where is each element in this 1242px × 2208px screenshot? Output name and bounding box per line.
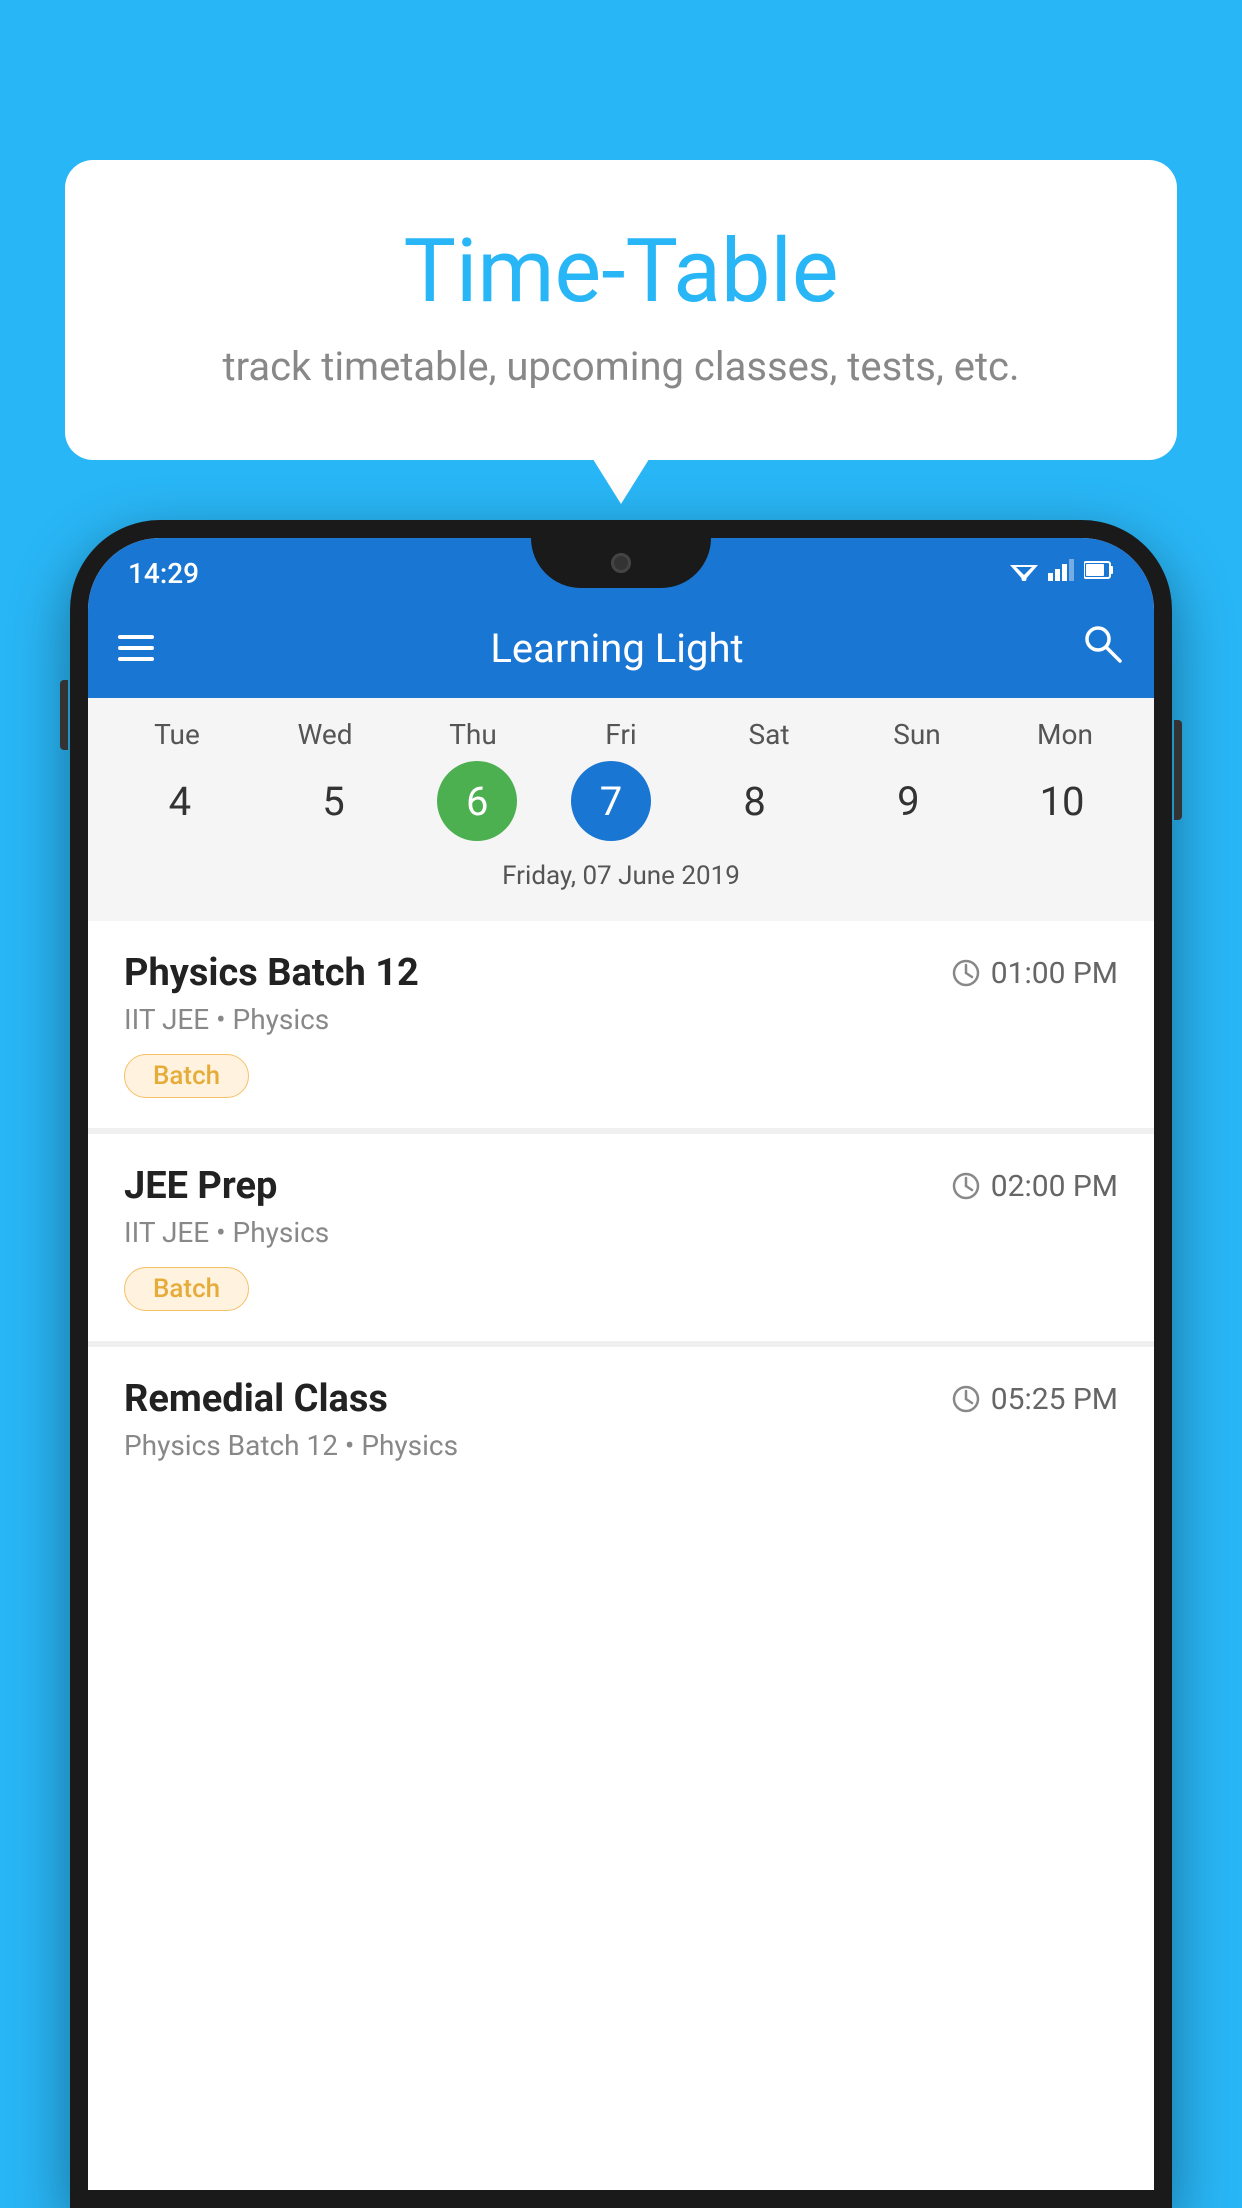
tooltip-card: Time-Table track timetable, upcoming cla… — [65, 160, 1177, 460]
batch-badge: Batch — [124, 1054, 249, 1098]
wifi-icon — [1010, 559, 1038, 587]
schedule-item-header: JEE Prep 02:00 PM — [124, 1164, 1118, 1208]
schedule-item[interactable]: JEE Prep 02:00 PM IIT JEE • Physics Batch — [88, 1134, 1154, 1341]
schedule-subtitle: IIT JEE • Physics — [124, 1216, 1118, 1249]
battery-icon — [1084, 559, 1114, 587]
day-name-label: Mon — [1015, 718, 1115, 751]
schedule-title: Physics Batch 12 — [124, 951, 419, 995]
search-icon[interactable] — [1080, 621, 1124, 675]
schedule-item-header: Physics Batch 12 01:00 PM — [124, 951, 1118, 995]
schedule-item[interactable]: Physics Batch 12 01:00 PM IIT JEE • Physi… — [88, 921, 1154, 1128]
day-numbers-row[interactable]: 456789 10 — [98, 751, 1144, 851]
schedule-time-label: 01:00 PM — [991, 956, 1118, 991]
day-number-7[interactable]: 7 — [571, 761, 651, 841]
phone-notch — [531, 538, 711, 588]
day-number-8[interactable]: 8 — [705, 761, 805, 841]
day-name-label: Tue — [127, 718, 227, 751]
schedule-time: 05:25 PM — [951, 1382, 1118, 1417]
schedule-item[interactable]: Remedial Class 05:25 PM Physics Batch 12 … — [88, 1347, 1154, 1510]
day-name-label: Sun — [867, 718, 967, 751]
selected-date-label: Friday, 07 June 2019 — [98, 851, 1144, 911]
tooltip-subtitle: track timetable, upcoming classes, tests… — [125, 343, 1117, 390]
clock-icon — [951, 1384, 981, 1414]
app-title: Learning Light — [184, 625, 1050, 672]
schedule-subtitle: IIT JEE • Physics — [124, 1003, 1118, 1036]
app-bar: Learning Light — [88, 598, 1154, 698]
schedule-time-label: 02:00 PM — [991, 1169, 1118, 1204]
day-names-row: Tue Wed Thu Fri Sat Sun Mon — [98, 718, 1144, 751]
day-name-label: Thu — [423, 718, 523, 751]
day-number-9[interactable]: 9 — [858, 761, 958, 841]
schedule-title: Remedial Class — [124, 1377, 388, 1421]
schedule-subtitle: Physics Batch 12 • Physics — [124, 1429, 1118, 1462]
day-number-6[interactable]: 6 — [437, 761, 517, 841]
clock-icon — [951, 958, 981, 988]
tooltip-title: Time-Table — [125, 220, 1117, 323]
clock-icon — [951, 1171, 981, 1201]
day-name-label: Wed — [275, 718, 375, 751]
signal-icon — [1048, 559, 1074, 587]
day-name-label: Sat — [719, 718, 819, 751]
status-icons — [1010, 559, 1114, 587]
schedule-time-label: 05:25 PM — [991, 1382, 1118, 1417]
calendar-header: Tue Wed Thu Fri Sat Sun Mon 456789 10 Friday, 0… — [88, 698, 1154, 921]
phone-frame: 14:29 — [70, 520, 1172, 2208]
front-camera — [611, 553, 631, 573]
batch-badge: Batch — [124, 1267, 249, 1311]
power-button-right — [1174, 720, 1182, 820]
schedule-list: Physics Batch 12 01:00 PM IIT JEE • Physi… — [88, 921, 1154, 1510]
schedule-item-header: Remedial Class 05:25 PM — [124, 1377, 1118, 1421]
day-number-5[interactable]: 5 — [284, 761, 384, 841]
hamburger-menu-icon[interactable] — [118, 635, 154, 661]
day-number-10[interactable]: 10 — [1012, 761, 1112, 841]
phone-screen: 14:29 — [88, 538, 1154, 2190]
schedule-title: JEE Prep — [124, 1164, 277, 1208]
schedule-time: 02:00 PM — [951, 1169, 1118, 1204]
status-time: 14:29 — [128, 557, 199, 590]
volume-button-left — [60, 680, 68, 750]
schedule-time: 01:00 PM — [951, 956, 1118, 991]
day-number-4[interactable]: 4 — [130, 761, 230, 841]
day-name-label: Fri — [571, 718, 671, 751]
